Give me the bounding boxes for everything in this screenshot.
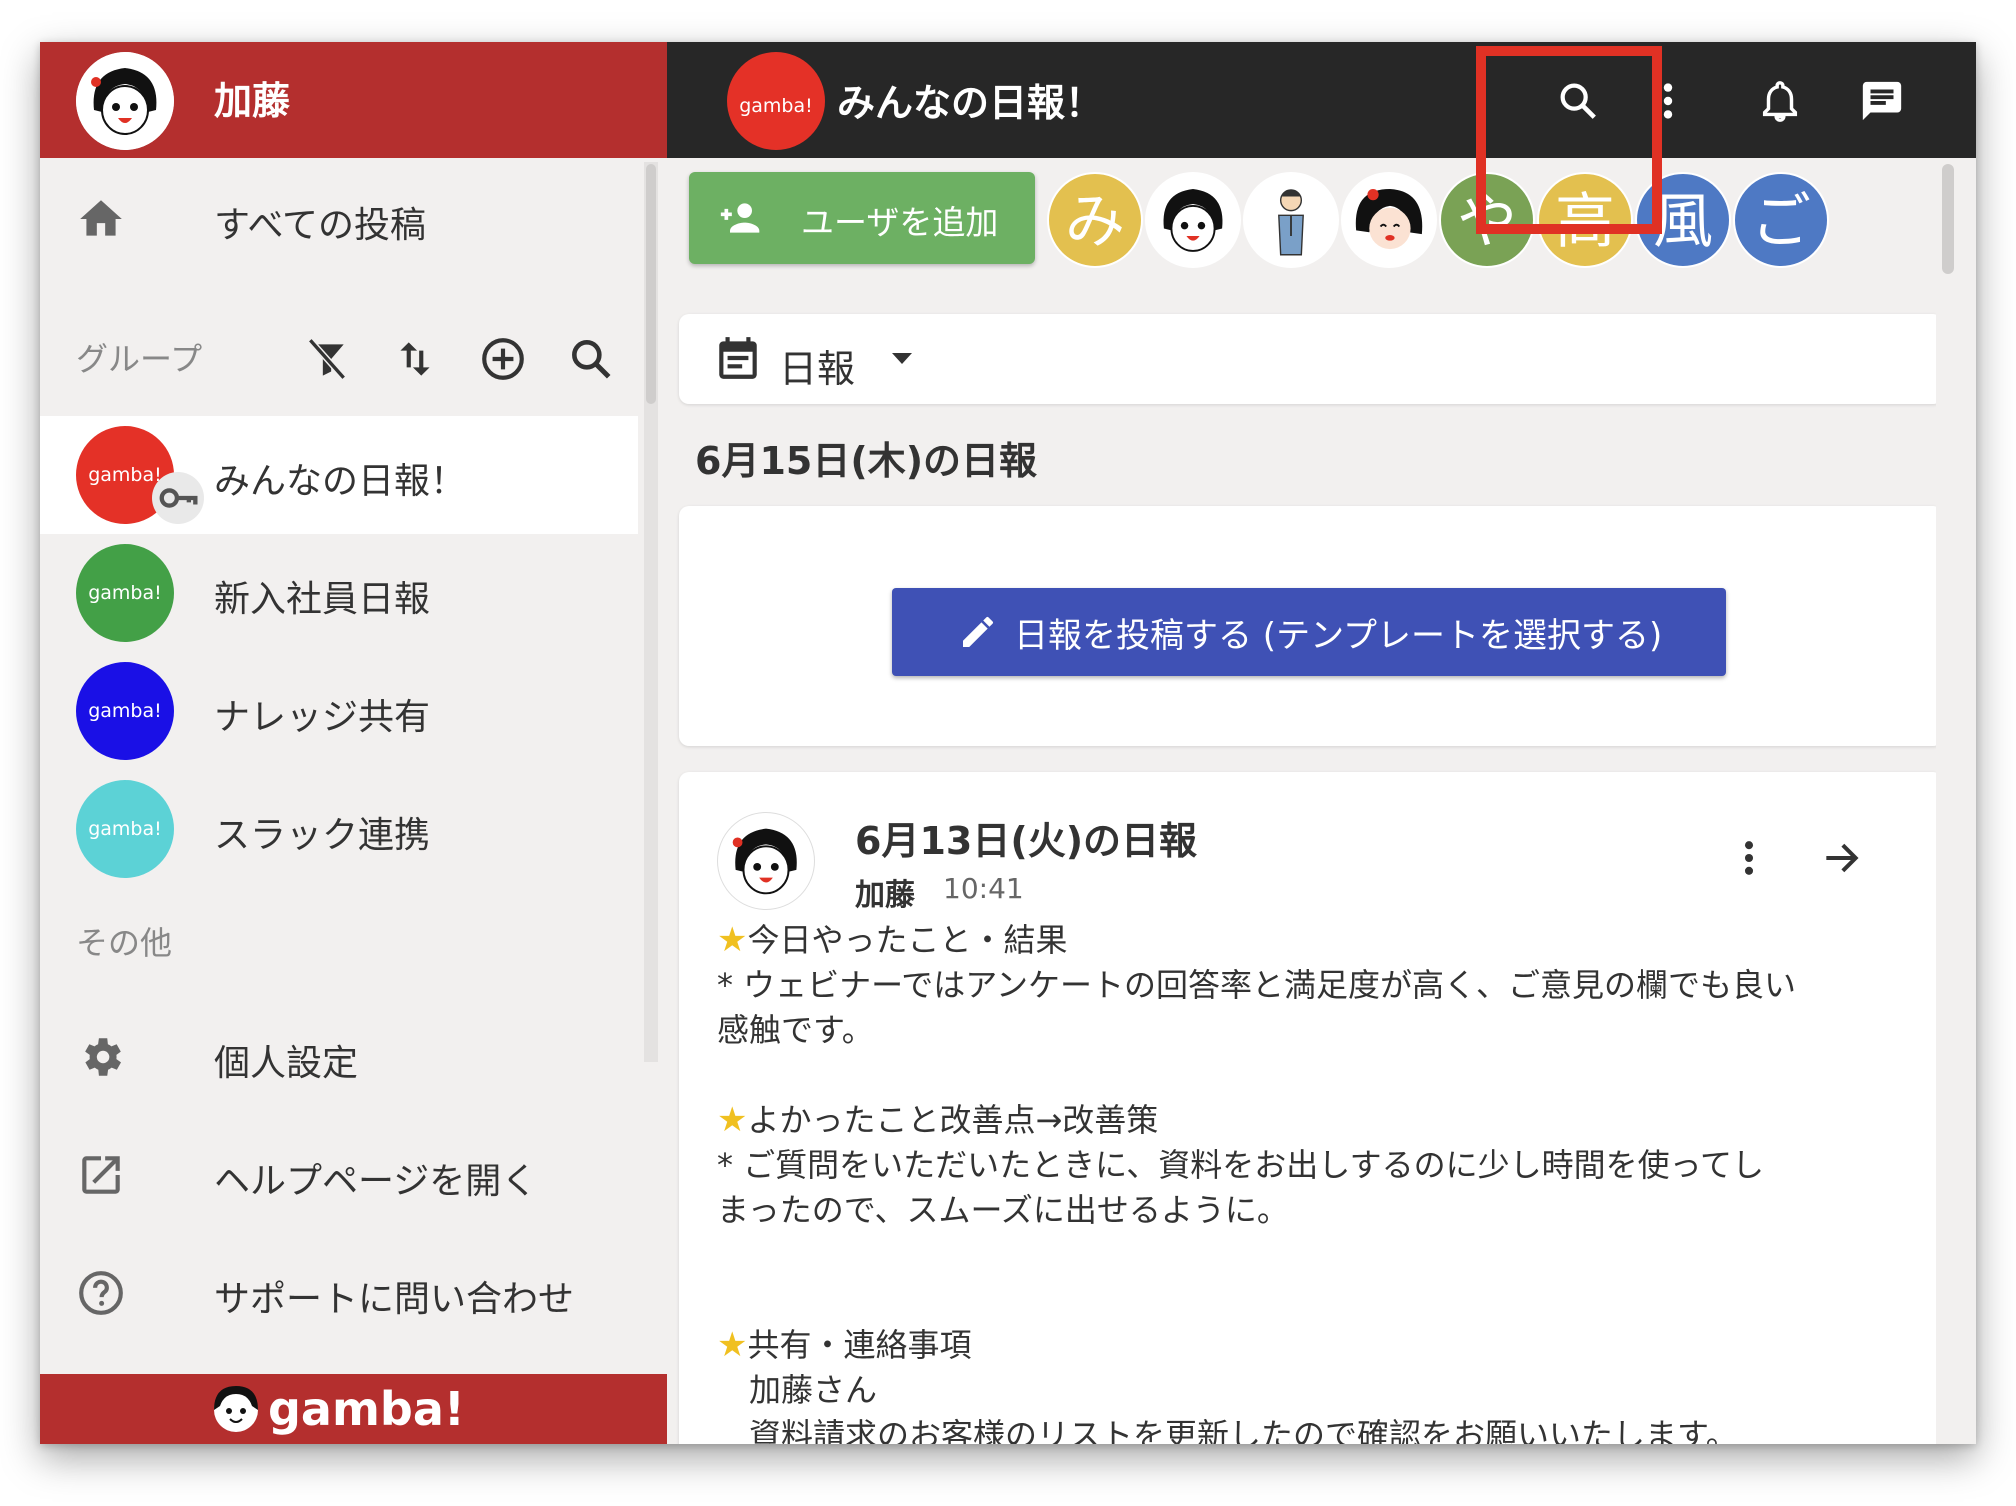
today-post-card: 日報を投稿する (テンプレートを選択する) bbox=[679, 506, 1943, 746]
post-line: ★共有・連絡事項 bbox=[717, 1325, 972, 1365]
add-group-icon[interactable] bbox=[478, 334, 528, 384]
search-groups-icon[interactable] bbox=[566, 334, 616, 384]
mascot-icon bbox=[208, 1380, 264, 1436]
write-report-button[interactable]: 日報を投稿する (テンプレートを選択する) bbox=[892, 588, 1726, 676]
clear-filter-icon[interactable] bbox=[302, 334, 352, 384]
gear-icon bbox=[76, 1032, 126, 1082]
post-title[interactable]: 6月13日(火)の日報 bbox=[855, 810, 1197, 865]
sidebar-item-label: すべての投稿 bbox=[214, 205, 427, 246]
add-user-button[interactable]: ユーザを追加 bbox=[689, 172, 1035, 264]
group-name: 新入社員日報 bbox=[214, 579, 431, 620]
other-section-label: その他 bbox=[76, 924, 173, 962]
write-report-label: 日報を投稿する (テンプレートを選択する) bbox=[1014, 616, 1663, 656]
group-name: ナレッジ共有 bbox=[214, 697, 431, 738]
sidebar-item-label: 個人設定 bbox=[214, 1043, 359, 1084]
user-avatar[interactable] bbox=[76, 52, 174, 150]
post-time: 10:41 bbox=[943, 872, 1024, 905]
post-line bbox=[717, 1053, 1877, 1098]
pencil-icon bbox=[958, 612, 998, 652]
footer-brand: gamba! bbox=[268, 1382, 465, 1436]
post-author[interactable]: 加藤 bbox=[855, 870, 915, 914]
post-line: ★よかったこと改善点→改善策 bbox=[717, 1100, 1159, 1140]
groups-section-label: グループ bbox=[76, 340, 203, 378]
author-avatar[interactable] bbox=[717, 812, 815, 910]
user-name[interactable]: 加藤 bbox=[214, 70, 290, 125]
post-more-icon[interactable] bbox=[1739, 836, 1759, 880]
filter-selected: 日報 bbox=[779, 347, 856, 391]
arrow-forward-icon[interactable] bbox=[1819, 836, 1863, 880]
sidebar-scrollbar-thumb[interactable] bbox=[646, 164, 656, 404]
dropdown-arrow-icon bbox=[887, 348, 917, 368]
sort-icon[interactable] bbox=[390, 334, 440, 384]
member-avatar[interactable]: ご bbox=[1733, 172, 1829, 268]
main-scrollbar[interactable] bbox=[1936, 158, 1958, 1444]
member-avatar[interactable] bbox=[1341, 172, 1437, 268]
group-logo: gamba! bbox=[76, 662, 174, 760]
group-logo: gamba! bbox=[727, 52, 825, 150]
app-window: 加藤 すべての投稿 グループ gamba! みんなの日報！ gamba! 新入社… bbox=[40, 42, 1976, 1444]
sidebar-item-support[interactable]: サポートに問い合わせ bbox=[40, 1238, 638, 1348]
add-user-label: ユーザを追加 bbox=[801, 203, 999, 242]
sidebar: 加藤 すべての投稿 グループ gamba! みんなの日報！ gamba! 新入社… bbox=[40, 42, 667, 1444]
post-line: まったので、スムーズに出せるように。 bbox=[717, 1191, 1289, 1229]
home-icon bbox=[76, 194, 126, 244]
post-line: 資料請求のお客様のリストを更新したので確認をお願いいたします。 bbox=[717, 1416, 1738, 1444]
post-type-filter[interactable]: 日報 bbox=[679, 314, 1943, 404]
member-avatar[interactable] bbox=[1145, 172, 1241, 268]
bell-icon[interactable] bbox=[1757, 78, 1803, 124]
report-post-card: 6月13日(火)の日報 加藤 10:41 ★今日やったこと・結果 * ウェビナー… bbox=[679, 772, 1943, 1444]
star-icon: ★ bbox=[717, 920, 748, 960]
group-name: みんなの日報！ bbox=[214, 461, 467, 502]
help-circle-icon bbox=[76, 1268, 126, 1318]
group-logo: gamba! bbox=[76, 780, 174, 878]
post-line bbox=[717, 1278, 1877, 1323]
post-line: ★今日やったこと・結果 bbox=[717, 920, 1068, 960]
group-logo: gamba! bbox=[76, 544, 174, 642]
star-icon: ★ bbox=[717, 1100, 748, 1140]
post-line: * ウェビナーではアンケートの回答率と満足度が高く、ご意見の欄でも良い bbox=[717, 966, 1796, 1004]
group-item-knowledge[interactable]: gamba! ナレッジ共有 bbox=[40, 652, 638, 770]
page-title: みんなの日報！ bbox=[837, 81, 1104, 125]
group-name: スラック連携 bbox=[214, 815, 431, 856]
post-line: * ご質問をいただいたときに、資料をお出しするのに少し時間を使ってし bbox=[717, 1146, 1764, 1184]
post-line: 加藤さん bbox=[717, 1371, 878, 1409]
sidebar-item-help-page[interactable]: ヘルプページを開く bbox=[40, 1120, 638, 1230]
person-add-icon bbox=[717, 196, 765, 240]
group-item-newcomers[interactable]: gamba! 新入社員日報 bbox=[40, 534, 638, 652]
post-line bbox=[717, 1233, 1877, 1278]
message-icon[interactable] bbox=[1859, 78, 1905, 124]
today-heading: 6月15日(木)の日報 bbox=[695, 439, 1038, 483]
group-item-slack[interactable]: gamba! スラック連携 bbox=[40, 770, 638, 888]
post-line: 感触です。 bbox=[717, 1011, 874, 1049]
calendar-icon bbox=[713, 332, 763, 384]
sidebar-item-label: サポートに問い合わせ bbox=[214, 1279, 575, 1320]
sidebar-item-label: ヘルプページを開く bbox=[214, 1161, 538, 1202]
open-external-icon bbox=[76, 1150, 126, 1200]
top-bar: gamba! みんなの日報！ bbox=[667, 42, 1976, 158]
sidebar-item-all-posts[interactable]: すべての投稿 bbox=[40, 164, 638, 274]
sidebar-footer: gamba! bbox=[40, 1374, 667, 1444]
sidebar-item-settings[interactable]: 個人設定 bbox=[40, 1002, 638, 1112]
sidebar-header: 加藤 bbox=[40, 42, 667, 158]
group-item-everyone[interactable]: gamba! みんなの日報！ bbox=[40, 416, 638, 534]
member-avatar[interactable]: み bbox=[1047, 172, 1143, 268]
member-avatar[interactable] bbox=[1243, 172, 1339, 268]
main-content: ユーザを追加 み や 高 風 ご 日報 6月15日(木)の日報 日報を投稿する … bbox=[667, 158, 1976, 1444]
star-icon: ★ bbox=[717, 1325, 748, 1365]
post-body: ★今日やったこと・結果 * ウェビナーではアンケートの回答率と満足度が高く、ご意… bbox=[717, 918, 1877, 1444]
main-scrollbar-thumb[interactable] bbox=[1942, 164, 1954, 274]
search-highlight-box bbox=[1476, 46, 1662, 234]
key-icon bbox=[152, 472, 204, 524]
